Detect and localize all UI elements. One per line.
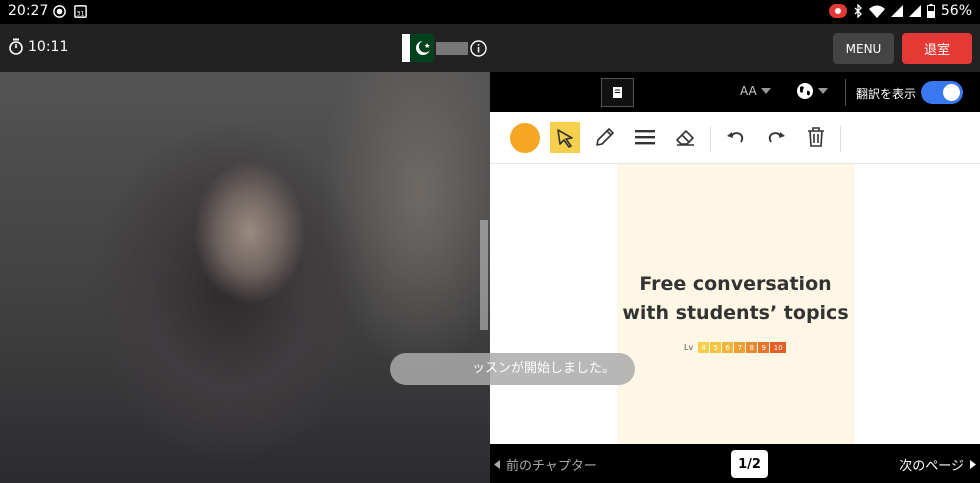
student-video: [0, 72, 490, 483]
font-size-button[interactable]: AA: [740, 84, 771, 98]
toggle-knob: [943, 84, 960, 101]
bluetooth-icon: [854, 4, 862, 18]
redo-icon: [768, 132, 785, 143]
page-indicator[interactable]: 1/2: [731, 450, 768, 478]
status-bar: 20:27 31 56%: [0, 0, 980, 24]
language-button[interactable]: [796, 82, 828, 100]
toast-text: ッスンが開始しました。: [472, 361, 616, 376]
cursor-icon: [557, 128, 573, 148]
delete-button[interactable]: [800, 121, 832, 153]
toolbar-divider: [845, 79, 846, 106]
wifi-icon: [868, 5, 885, 18]
prev-chapter-label: 前のチャプター: [506, 459, 597, 474]
chevron-left-icon: [494, 460, 500, 469]
trash-icon: [808, 127, 824, 147]
stopwatch-icon: [9, 38, 23, 55]
svg-text:31: 31: [76, 9, 84, 17]
eraser-button[interactable]: [669, 121, 701, 153]
level-cell: 7: [734, 342, 746, 353]
book-icon: [613, 87, 622, 98]
status-right: 56%: [828, 3, 972, 19]
translation-label: 翻訳を表示: [856, 87, 917, 101]
tool-separator: [710, 126, 711, 152]
chevron-down-icon: [760, 88, 771, 94]
chevron-down-icon: [818, 88, 828, 94]
level-cell: 9: [758, 342, 770, 353]
signal-icon: [908, 5, 921, 17]
select-tool-button[interactable]: [550, 122, 580, 153]
book-button[interactable]: [601, 78, 634, 107]
tool-separator: [840, 126, 841, 152]
undo-icon: [727, 132, 744, 143]
line-width-button[interactable]: [629, 121, 661, 153]
level-cell: 8: [746, 342, 758, 353]
next-page-button[interactable]: 次のページ: [899, 455, 976, 474]
pakistan-flag-icon: [402, 34, 434, 62]
color-picker-button[interactable]: [510, 123, 540, 153]
level-cell: 6: [722, 342, 734, 353]
menu-button[interactable]: MENU: [833, 33, 894, 64]
info-icon[interactable]: [470, 40, 487, 57]
video-edge: [480, 220, 488, 330]
screen-record-icon: [828, 4, 847, 18]
level-cell: 4: [698, 342, 710, 353]
battery-icon: [926, 4, 935, 18]
prev-chapter-button[interactable]: 前のチャプター: [494, 455, 597, 474]
calendar-icon: 31: [74, 5, 87, 18]
translation-toggle[interactable]: [921, 81, 963, 104]
slide-title-line1: Free conversation: [639, 273, 832, 295]
chevron-right-icon: [970, 460, 976, 469]
line-width-icon: [635, 130, 655, 145]
lesson-timer: 10:11: [8, 38, 68, 55]
pencil-icon: [596, 128, 614, 146]
level-cell: 5: [710, 342, 722, 353]
battery-percent: 56%: [940, 3, 972, 19]
font-size-label: AA: [740, 84, 757, 98]
undo-button[interactable]: [720, 121, 752, 153]
slide-title-line2: with students’ topics: [622, 302, 849, 324]
record-icon: [53, 5, 66, 18]
slide-title: Free conversation with students’ topics: [617, 270, 854, 328]
video-pane: [0, 24, 490, 483]
app-root: 20:27 31 56% 10:11 MENU 退室 AA 翻訳を表示 Free…: [0, 0, 980, 483]
tutor-name-redacted: [436, 42, 468, 55]
level-label: Lv: [684, 343, 694, 352]
level-indicator: Lv 4 5 6 7 8 9 10: [684, 342, 787, 353]
signal-icon: [890, 5, 903, 17]
lesson-start-toast: ッスンが開始しました。: [390, 353, 636, 385]
redo-button[interactable]: [760, 121, 792, 153]
next-page-label: 次のページ: [899, 459, 964, 474]
globe-icon: [797, 83, 813, 99]
pen-tool-button[interactable]: [589, 121, 621, 153]
level-cell: 10: [770, 342, 787, 353]
status-time: 20:27: [8, 3, 49, 19]
eraser-icon: [676, 130, 694, 146]
exit-room-button[interactable]: 退室: [902, 33, 972, 64]
timer-text: 10:11: [28, 38, 69, 55]
